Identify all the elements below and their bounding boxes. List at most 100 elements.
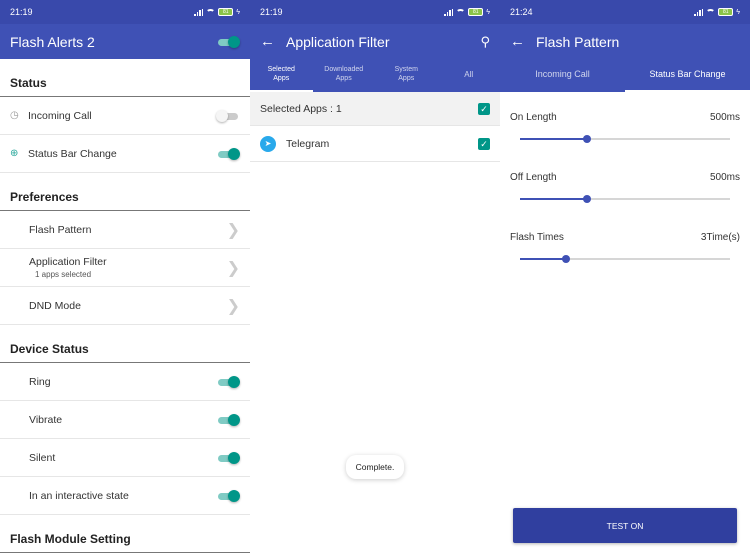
clock-text: 21:19	[10, 7, 33, 17]
tab-line1: Selected	[267, 66, 295, 74]
main-screen: 21:19 81 ϟ Flash Alerts 2 Status ◷ Incom…	[0, 0, 250, 556]
tab-selected-apps[interactable]: Selected Apps	[250, 59, 313, 92]
search-icon[interactable]: ⚲	[480, 34, 490, 50]
tab-label: Selected Apps	[268, 66, 295, 83]
incoming-call-label: Incoming Call	[28, 109, 92, 122]
off-length-slider[interactable]	[520, 195, 730, 203]
vibrate-switch[interactable]	[216, 413, 240, 426]
interactive-switch[interactable]	[216, 489, 240, 502]
flash-pattern-row[interactable]: Flash Pattern ❯	[0, 211, 250, 249]
toast-message: Complete.	[346, 455, 404, 479]
status-bar: 21:19 81 ϟ	[0, 0, 250, 24]
application-filter-text: Application Filter 1 apps selected	[29, 256, 227, 279]
pattern-tabs: Incoming Call Status Bar Change	[500, 59, 750, 92]
status-icons: 81 ϟ	[694, 8, 740, 16]
status-bar: 21:24 81 ϟ	[500, 0, 750, 24]
vibrate-label: Vibrate	[29, 413, 63, 426]
charging-icon: ϟ	[236, 8, 240, 16]
tab-label: Downloaded Apps	[324, 66, 363, 83]
application-filter-sub: 1 apps selected	[35, 270, 92, 279]
interactive-label: In an interactive state	[29, 489, 129, 502]
wifi-icon	[456, 8, 466, 16]
list-item[interactable]: ➤ Telegram ✓	[250, 126, 500, 162]
on-length-label: On Length	[510, 112, 557, 123]
silent-switch[interactable]	[216, 451, 240, 464]
tab-line2: Apps	[398, 74, 415, 82]
dnd-mode-row[interactable]: DND Mode ❯	[0, 287, 250, 325]
tab-label: System Apps	[395, 66, 418, 83]
flash-times-slider[interactable]	[520, 255, 730, 263]
ring-label: Ring	[29, 375, 51, 388]
silent-label: Silent	[29, 451, 56, 464]
section-status: Status	[0, 59, 250, 97]
tab-line2: Apps	[335, 74, 352, 82]
tab-line1: Downloaded	[324, 66, 364, 74]
page-title: Application Filter	[286, 33, 390, 50]
status-bar-change-row: ⊕ Status Bar Change	[0, 135, 250, 173]
tab-line1: All	[464, 69, 474, 79]
section-preferences: Preferences	[0, 173, 250, 211]
status-icons: 81 ϟ	[444, 8, 490, 16]
signal-icon	[194, 8, 204, 16]
dnd-mode-label: DND Mode	[29, 299, 81, 312]
tab-downloaded-apps[interactable]: Downloaded Apps	[313, 59, 376, 92]
tab-line1: System	[394, 66, 418, 74]
clock-text: 21:24	[510, 7, 533, 17]
on-length-value: 500ms	[709, 112, 740, 123]
app-bar: ← Flash Pattern	[500, 24, 750, 59]
application-filter-row[interactable]: Application Filter 1 apps selected ❯	[0, 249, 250, 287]
flash-times-value: 3Time(s)	[700, 232, 740, 243]
on-length-setting: On Length 500ms	[500, 92, 750, 152]
silent-row: Silent	[0, 439, 250, 477]
wifi-icon	[706, 8, 716, 16]
status-icons: 81 ϟ	[194, 8, 240, 16]
battery-icon: 81	[218, 8, 234, 16]
back-arrow-icon[interactable]: ←	[510, 33, 536, 50]
status-bar-change-switch[interactable]	[216, 147, 240, 160]
app-title: Flash Alerts 2	[10, 33, 95, 50]
flash-times-setting: Flash Times 3Time(s)	[500, 212, 750, 272]
tab-all[interactable]: All	[438, 59, 501, 92]
wifi-icon	[206, 8, 216, 16]
signal-icon	[694, 8, 704, 16]
app-checkbox[interactable]: ✓	[478, 137, 490, 150]
clock-icon: ◷	[10, 110, 19, 121]
application-filter-label: Application Filter	[29, 256, 107, 268]
charging-icon: ϟ	[736, 8, 740, 16]
incoming-call-row: ◷ Incoming Call	[0, 97, 250, 135]
master-switch[interactable]	[216, 35, 240, 48]
status-bar: 21:19 81 ϟ	[250, 0, 500, 24]
flash-times-label: Flash Times	[510, 232, 564, 243]
chevron-right-icon: ❯	[226, 259, 240, 277]
app-tabs: Selected Apps Downloaded Apps System Apps A…	[250, 59, 500, 92]
status-bar-icon: ⊕	[10, 148, 19, 159]
on-length-slider[interactable]	[520, 135, 730, 143]
tab-line2: Apps	[273, 74, 290, 82]
interactive-row: In an interactive state	[0, 477, 250, 515]
flash-pattern-label: Flash Pattern	[29, 223, 92, 236]
signal-icon	[444, 8, 454, 16]
ring-switch[interactable]	[216, 375, 240, 388]
incoming-call-switch[interactable]	[216, 109, 240, 122]
chevron-right-icon: ❯	[226, 221, 240, 239]
tab-incoming-call[interactable]: Incoming Call	[500, 59, 625, 92]
section-flash-module: Flash Module Setting	[0, 515, 250, 553]
application-filter-screen: 21:19 81 ϟ ← Application Filter ⚲ Select…	[250, 0, 500, 556]
test-on-button[interactable]: TEST ON	[513, 508, 737, 543]
app-bar: ← Application Filter ⚲	[250, 24, 500, 59]
tab-system-apps[interactable]: System Apps	[375, 59, 438, 92]
select-all-checkbox[interactable]: ✓	[478, 102, 490, 115]
off-length-label: Off Length	[510, 172, 557, 183]
app-bar: Flash Alerts 2	[0, 24, 250, 59]
charging-icon: ϟ	[486, 8, 490, 16]
ring-row: Ring	[0, 363, 250, 401]
battery-icon: 81	[468, 8, 484, 16]
page-title: Flash Pattern	[536, 33, 620, 50]
back-arrow-icon[interactable]: ←	[260, 33, 286, 50]
chevron-right-icon: ❯	[226, 297, 240, 315]
off-length-setting: Off Length 500ms	[500, 152, 750, 212]
battery-icon: 81	[718, 8, 734, 16]
tab-status-bar-change[interactable]: Status Bar Change	[625, 59, 750, 92]
off-length-value: 500ms	[709, 172, 740, 183]
clock-text: 21:19	[260, 7, 283, 17]
